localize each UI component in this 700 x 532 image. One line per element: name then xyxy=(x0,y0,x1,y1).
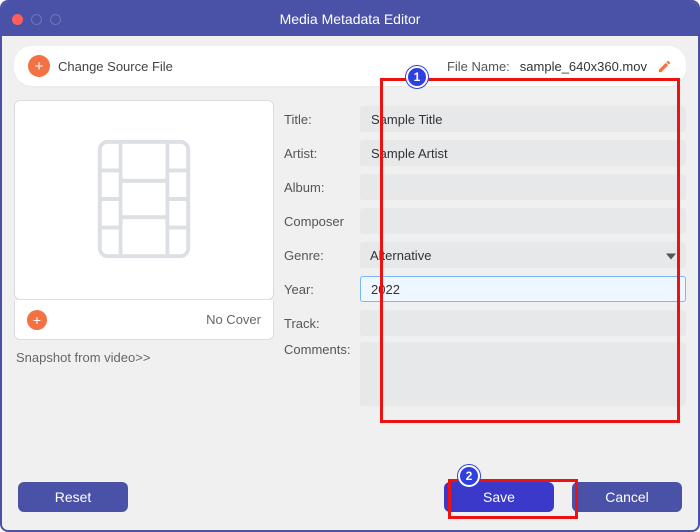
title-input[interactable] xyxy=(360,106,686,132)
year-input[interactable] xyxy=(360,276,686,302)
artist-input[interactable] xyxy=(360,140,686,166)
file-name-value: sample_640x360.mov xyxy=(520,59,647,74)
genre-value: Alternative xyxy=(370,248,431,263)
genre-select[interactable]: Alternative xyxy=(360,242,686,268)
cover-panel: + No Cover Snapshot from video>> xyxy=(14,100,274,474)
save-button[interactable]: Save xyxy=(444,482,554,512)
album-label: Album: xyxy=(284,180,360,195)
file-name-label: File Name: xyxy=(447,59,510,74)
source-bar: + Change Source File File Name: sample_6… xyxy=(14,46,686,86)
comments-input[interactable] xyxy=(360,342,686,406)
traffic-lights xyxy=(12,14,61,25)
cover-footer: + No Cover xyxy=(14,300,274,340)
change-source-button[interactable]: + Change Source File xyxy=(28,55,173,77)
editor-window: Media Metadata Editor + Change Source Fi… xyxy=(0,0,700,532)
composer-label: Composer xyxy=(284,214,360,229)
year-label: Year: xyxy=(284,282,360,297)
metadata-form: Title: Artist: Album: Composer Genre: xyxy=(284,100,686,474)
add-cover-button[interactable]: + xyxy=(27,310,47,330)
caret-down-icon xyxy=(666,248,676,263)
reset-button[interactable]: Reset xyxy=(18,482,128,512)
bottom-bar: Reset Save Cancel xyxy=(2,474,698,530)
track-label: Track: xyxy=(284,316,360,331)
titlebar: Media Metadata Editor xyxy=(2,2,698,36)
main-area: + No Cover Snapshot from video>> Title: … xyxy=(2,86,698,474)
comments-label: Comments: xyxy=(284,342,360,357)
close-window-button[interactable] xyxy=(12,14,23,25)
composer-input[interactable] xyxy=(360,208,686,234)
artist-label: Artist: xyxy=(284,146,360,161)
zoom-window-button[interactable] xyxy=(50,14,61,25)
pencil-icon xyxy=(657,59,672,74)
album-input[interactable] xyxy=(360,174,686,200)
cancel-button[interactable]: Cancel xyxy=(572,482,682,512)
genre-label: Genre: xyxy=(284,248,360,263)
plus-icon: + xyxy=(28,55,50,77)
no-cover-label: No Cover xyxy=(206,312,261,327)
minimize-window-button[interactable] xyxy=(31,14,42,25)
snapshot-link[interactable]: Snapshot from video>> xyxy=(14,350,274,365)
window-title: Media Metadata Editor xyxy=(2,11,698,27)
edit-filename-button[interactable] xyxy=(657,59,672,74)
change-source-label: Change Source File xyxy=(58,59,173,74)
film-icon xyxy=(89,134,199,267)
title-label: Title: xyxy=(284,112,360,127)
track-input[interactable] xyxy=(360,310,686,336)
file-name-group: File Name: sample_640x360.mov xyxy=(447,59,672,74)
cover-preview xyxy=(14,100,274,300)
